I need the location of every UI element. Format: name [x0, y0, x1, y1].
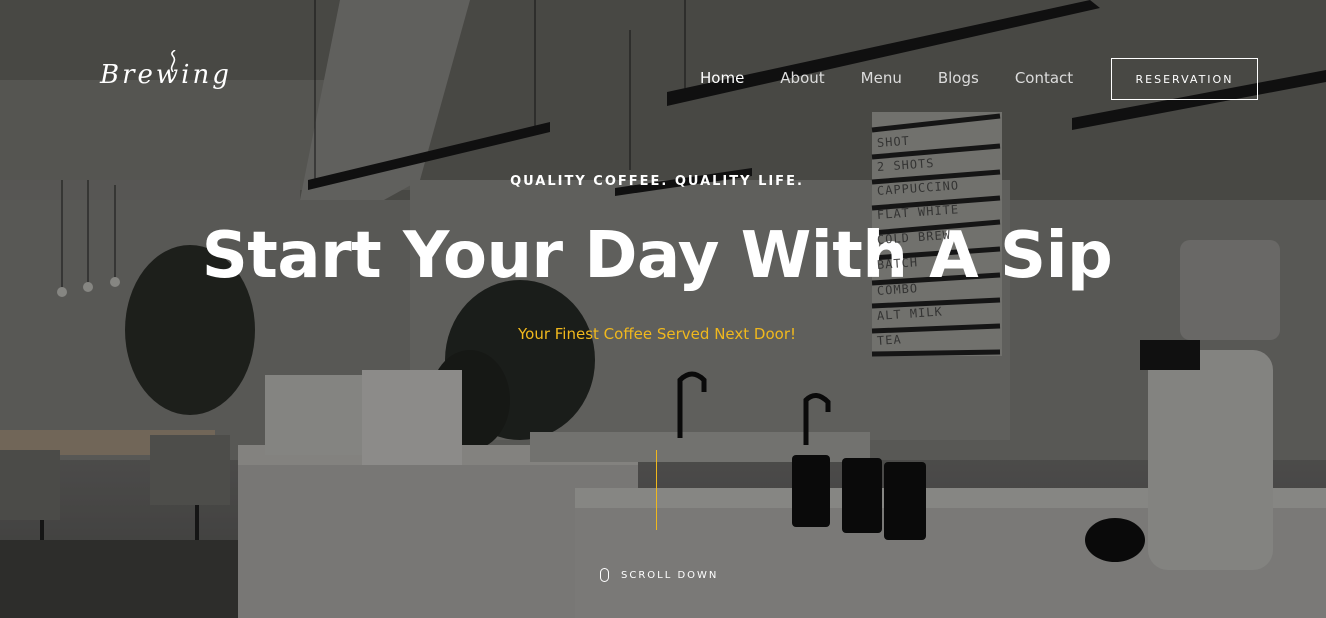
accent-divider [656, 450, 657, 530]
scroll-down-link[interactable]: SCROLL DOWN [600, 568, 718, 582]
nav-item-blogs[interactable]: Blogs [938, 68, 979, 88]
hero-kicker: QUALITY COFFEE. QUALITY LIFE. [510, 174, 804, 189]
scroll-down-label: SCROLL DOWN [621, 569, 719, 581]
logo-text: Brewing [100, 60, 232, 90]
nav-item-about[interactable]: About [780, 68, 824, 88]
hero-subline: Your Finest Coffee Served Next Door! [517, 325, 796, 343]
menu-board-item: SHOT [876, 133, 911, 150]
menu-board-item: TEA [876, 332, 903, 348]
main-nav: Home About Menu Blogs Contact [700, 68, 1073, 88]
brand-logo[interactable]: Brewing [100, 50, 229, 100]
nav-item-menu[interactable]: Menu [861, 68, 902, 88]
hero-section: Brewing Home About Menu Blogs Contact RE… [0, 0, 1326, 618]
menu-board-item: COMBO [876, 281, 919, 298]
menu-board-item: BATCH [876, 255, 919, 272]
nav-item-home[interactable]: Home [700, 68, 744, 88]
hero-headline: Start Your Day With A Sip [201, 219, 1113, 293]
nav-item-contact[interactable]: Contact [1015, 68, 1073, 88]
reservation-button[interactable]: RESERVATION [1111, 58, 1258, 100]
mouse-icon [600, 568, 609, 582]
